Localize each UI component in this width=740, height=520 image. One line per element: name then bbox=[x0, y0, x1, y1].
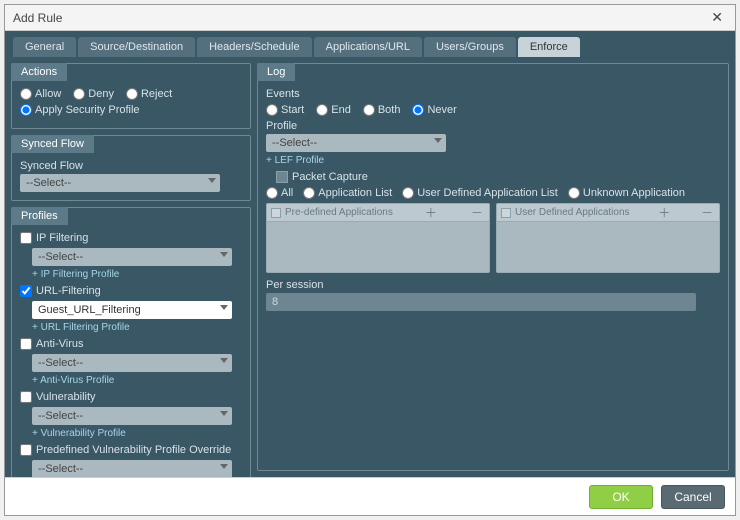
tab-users-groups[interactable]: Users/Groups bbox=[424, 37, 516, 57]
events-label: Events bbox=[266, 88, 720, 100]
tab-enforce[interactable]: Enforce bbox=[518, 37, 580, 57]
profile-vuln-add-link[interactable]: + Vulnerability Profile bbox=[32, 428, 242, 439]
dialog-footer: OK Cancel bbox=[5, 477, 735, 515]
event-never[interactable]: Never bbox=[412, 104, 456, 116]
chevron-down-icon bbox=[220, 411, 228, 416]
actions-panel: Actions Allow Deny Reject Apply Security… bbox=[11, 63, 251, 129]
per-session-label: Per session bbox=[266, 279, 720, 291]
action-apply-security-profile[interactable]: Apply Security Profile bbox=[20, 104, 140, 116]
add-rule-dialog: Add Rule ✕ General Source/Destination He… bbox=[4, 4, 736, 516]
profile-url-add-link[interactable]: + URL Filtering Profile bbox=[32, 322, 242, 333]
log-panel: Log Events Start End Both Never Profile … bbox=[257, 63, 729, 471]
app-list[interactable]: Application List bbox=[303, 187, 392, 199]
event-both[interactable]: Both bbox=[363, 104, 401, 116]
chevron-down-icon bbox=[434, 138, 442, 143]
profile-av-select[interactable]: --Select-- bbox=[32, 354, 232, 372]
profiles-title: Profiles bbox=[11, 207, 68, 225]
dialog-title: Add Rule bbox=[13, 11, 707, 25]
log-title: Log bbox=[257, 63, 295, 81]
profile-vuln-checkbox[interactable]: Vulnerability bbox=[20, 391, 242, 403]
lef-profile-link[interactable]: + LEF Profile bbox=[266, 155, 720, 166]
chevron-down-icon bbox=[220, 358, 228, 363]
profile-pvpo-checkbox[interactable]: Predefined Vulnerability Profile Overrid… bbox=[20, 444, 242, 456]
predefined-apps-box[interactable]: Pre-defined Applications ＋ － bbox=[266, 203, 490, 273]
event-end[interactable]: End bbox=[316, 104, 351, 116]
profile-ip-add-link[interactable]: + IP Filtering Profile bbox=[32, 269, 242, 280]
packet-capture-label: Packet Capture bbox=[292, 171, 368, 183]
app-all[interactable]: All bbox=[266, 187, 293, 199]
profile-url-select[interactable]: Guest_URL_Filtering bbox=[32, 301, 232, 319]
minus-icon[interactable]: － bbox=[699, 204, 715, 221]
tab-source-destination[interactable]: Source/Destination bbox=[78, 37, 195, 57]
per-session-input[interactable]: 8 bbox=[266, 293, 696, 311]
ok-button[interactable]: OK bbox=[589, 485, 653, 509]
profile-vuln-select[interactable]: --Select-- bbox=[32, 407, 232, 425]
minus-icon[interactable]: － bbox=[469, 204, 485, 221]
predefined-apps-checkbox[interactable] bbox=[271, 208, 281, 218]
chevron-down-icon bbox=[220, 252, 228, 257]
chevron-down-icon bbox=[220, 464, 228, 469]
profile-av-add-link[interactable]: + Anti-Virus Profile bbox=[32, 375, 242, 386]
action-deny[interactable]: Deny bbox=[73, 88, 114, 100]
close-icon[interactable]: ✕ bbox=[707, 9, 727, 26]
tab-bar: General Source/Destination Headers/Sched… bbox=[5, 31, 735, 57]
right-column: Log Events Start End Both Never Profile … bbox=[257, 63, 729, 471]
profiles-panel: Profiles IP Filtering --Select-- + IP Filt… bbox=[11, 207, 251, 477]
titlebar: Add Rule ✕ bbox=[5, 5, 735, 31]
tab-applications-url[interactable]: Applications/URL bbox=[314, 37, 422, 57]
synced-flow-select[interactable]: --Select-- bbox=[20, 174, 220, 192]
cancel-button[interactable]: Cancel bbox=[661, 485, 725, 509]
profile-ip-select[interactable]: --Select-- bbox=[32, 248, 232, 266]
profile-pvpo-select[interactable]: --Select-- bbox=[32, 460, 232, 477]
app-unknown[interactable]: Unknown Application bbox=[568, 187, 685, 199]
user-apps-checkbox[interactable] bbox=[501, 208, 511, 218]
dialog-body: Actions Allow Deny Reject Apply Security… bbox=[5, 57, 735, 477]
action-reject[interactable]: Reject bbox=[126, 88, 172, 100]
synced-flow-title: Synced Flow bbox=[11, 135, 94, 153]
synced-flow-panel: Synced Flow Synced Flow --Select-- bbox=[11, 135, 251, 201]
event-start[interactable]: Start bbox=[266, 104, 304, 116]
chevron-down-icon bbox=[220, 305, 228, 310]
chevron-down-icon bbox=[208, 178, 216, 183]
log-profile-select[interactable]: --Select-- bbox=[266, 134, 446, 152]
tab-general[interactable]: General bbox=[13, 37, 76, 57]
profile-ip-checkbox[interactable]: IP Filtering bbox=[20, 232, 242, 244]
actions-title: Actions bbox=[11, 63, 67, 81]
left-column: Actions Allow Deny Reject Apply Security… bbox=[11, 63, 251, 471]
action-allow[interactable]: Allow bbox=[20, 88, 61, 100]
profile-av-checkbox[interactable]: Anti-Virus bbox=[20, 338, 242, 350]
profile-url-checkbox[interactable]: URL-Filtering bbox=[20, 285, 242, 297]
tab-headers-schedule[interactable]: Headers/Schedule bbox=[197, 37, 312, 57]
plus-icon[interactable]: ＋ bbox=[423, 204, 439, 221]
synced-flow-label: Synced Flow bbox=[20, 160, 242, 172]
profile-label: Profile bbox=[266, 120, 720, 132]
app-user-list[interactable]: User Defined Application List bbox=[402, 187, 558, 199]
user-defined-apps-box[interactable]: User Defined Applications ＋ － bbox=[496, 203, 720, 273]
plus-icon[interactable]: ＋ bbox=[656, 204, 672, 221]
packet-capture-checkbox[interactable] bbox=[276, 171, 288, 183]
